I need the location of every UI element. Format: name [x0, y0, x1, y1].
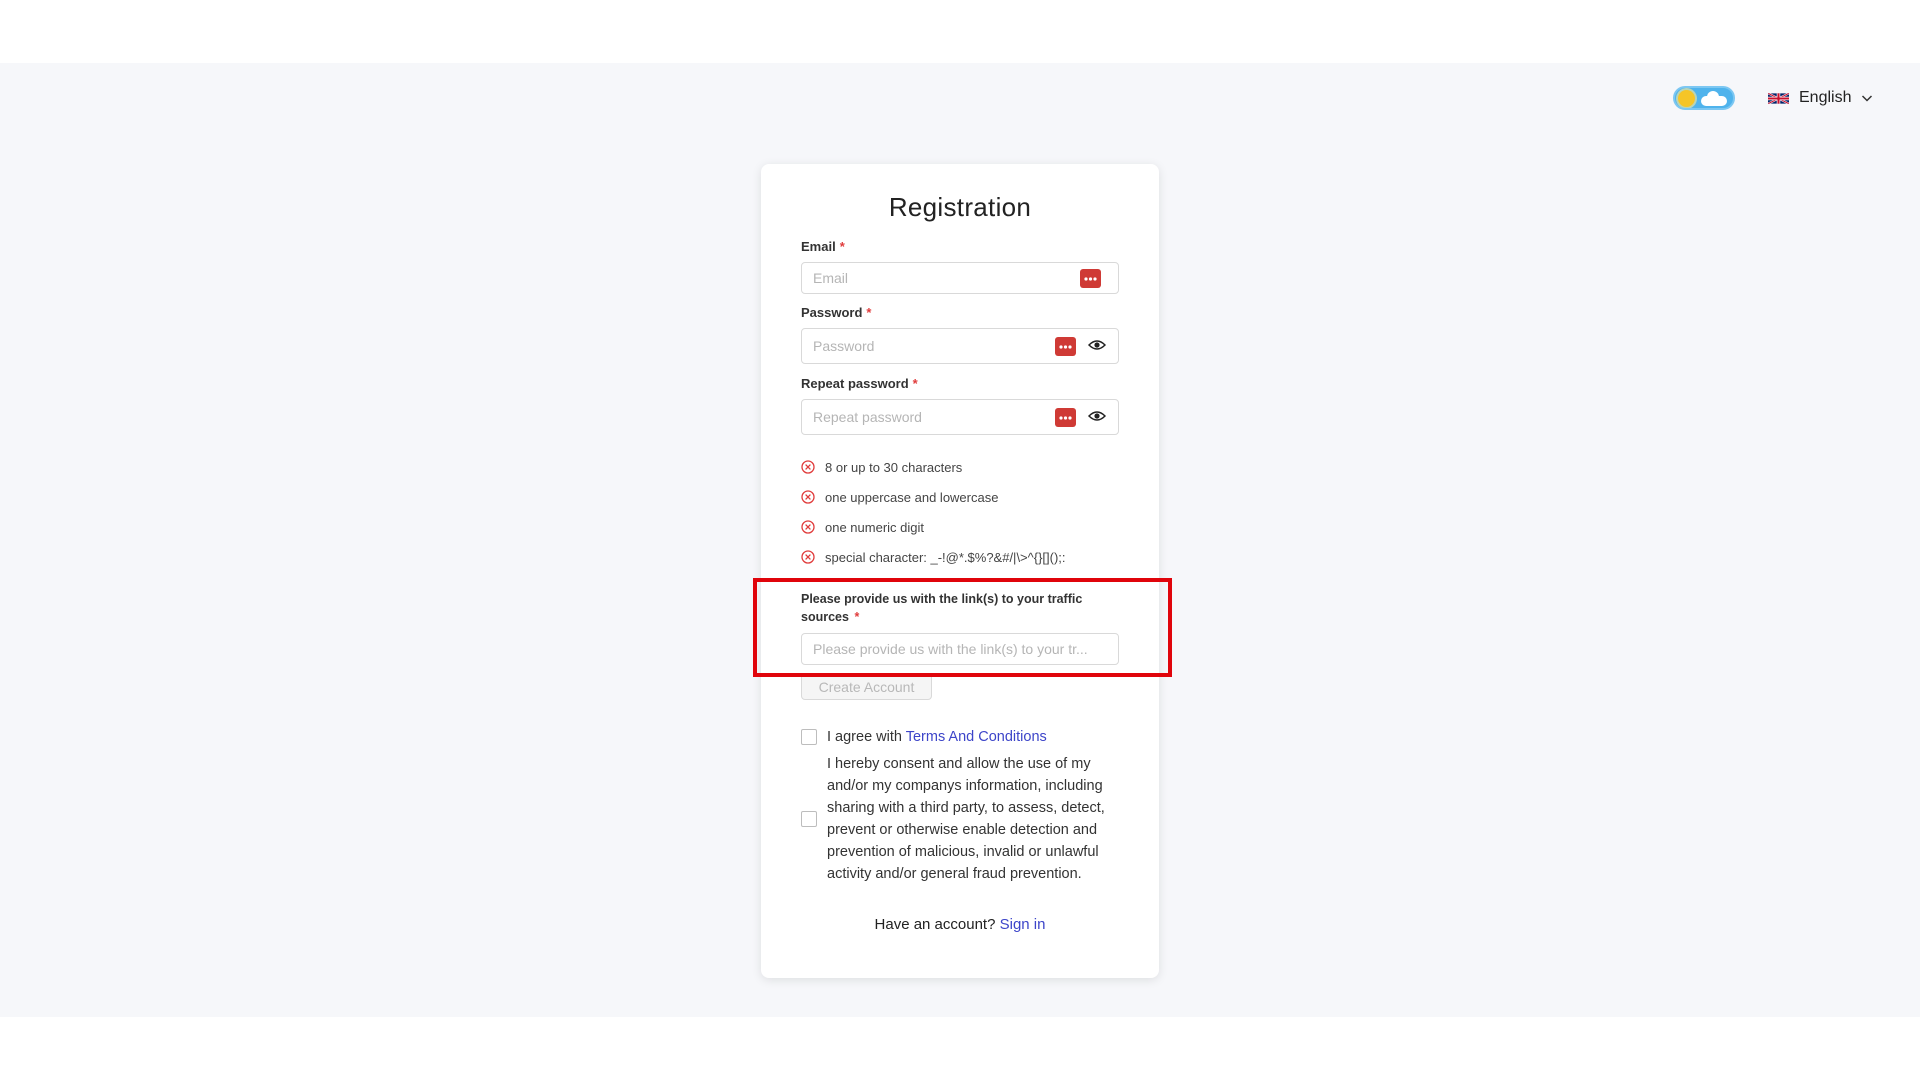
uk-flag-icon	[1768, 92, 1789, 104]
sun-icon	[1678, 90, 1695, 107]
traffic-sources-label: Please provide us with the link(s) to yo…	[801, 592, 1083, 624]
signin-link[interactable]: Sign in	[1000, 916, 1046, 933]
password-manager-icon[interactable]	[1080, 269, 1101, 288]
chevron-down-icon	[1862, 95, 1873, 102]
language-label: English	[1799, 89, 1852, 106]
password-rule: one uppercase and lowercase	[801, 482, 1066, 512]
error-circle-icon	[801, 550, 815, 564]
consent-checkbox[interactable]	[801, 811, 817, 827]
email-field-wrapper	[801, 262, 1119, 294]
password-rule: one numeric digit	[801, 512, 1066, 542]
signin-prompt: Have an account? Sign in	[874, 916, 1046, 933]
password-rule-text: one numeric digit	[825, 519, 924, 535]
consent-text: I hereby consent and allow the use of my…	[827, 756, 1105, 882]
email-field[interactable]	[802, 263, 1118, 293]
eye-icon[interactable]	[1088, 338, 1106, 352]
registration-card: Registration Email* Password* Repeat pas…	[761, 164, 1159, 978]
repeat-password-label: Repeat password *	[801, 376, 918, 391]
password-rules: 8 or up to 30 characters one uppercase a…	[801, 452, 1066, 572]
password-rule: 8 or up to 30 characters	[801, 452, 1066, 482]
terms-checkbox[interactable]	[801, 729, 817, 745]
terms-link[interactable]: Terms And Conditions	[906, 729, 1047, 745]
password-field-wrapper	[801, 328, 1119, 364]
cloud-icon	[1701, 91, 1727, 106]
consent-row: I hereby consent and allow the use of my…	[801, 753, 1119, 885]
repeat-password-field-wrapper	[801, 399, 1119, 435]
error-circle-icon	[801, 520, 815, 534]
eye-icon[interactable]	[1088, 409, 1106, 423]
password-manager-icon[interactable]	[1055, 408, 1076, 427]
page-title: Registration	[888, 192, 1032, 222]
terms-text: I agree with Terms And Conditions	[827, 729, 1047, 745]
password-rule-text: special character: _-!@*.$%?&#/|\>^{}[](…	[825, 549, 1066, 565]
password-rule-text: 8 or up to 30 characters	[825, 459, 963, 475]
theme-toggle[interactable]	[1673, 86, 1735, 110]
language-selector[interactable]: English	[1768, 86, 1873, 110]
error-circle-icon	[801, 490, 815, 504]
email-label: Email *	[801, 239, 845, 254]
password-manager-icon[interactable]	[1055, 337, 1076, 356]
password-rule-text: one uppercase and lowercase	[825, 489, 999, 505]
password-rule: special character: _-!@*.$%?&#/|\>^{}[](…	[801, 542, 1066, 572]
error-circle-icon	[801, 460, 815, 474]
terms-row: I agree with Terms And Conditions	[801, 726, 1047, 748]
password-label: Password *	[801, 305, 872, 320]
create-account-button[interactable]: Create Account	[801, 673, 932, 700]
traffic-sources-input[interactable]	[801, 633, 1119, 665]
